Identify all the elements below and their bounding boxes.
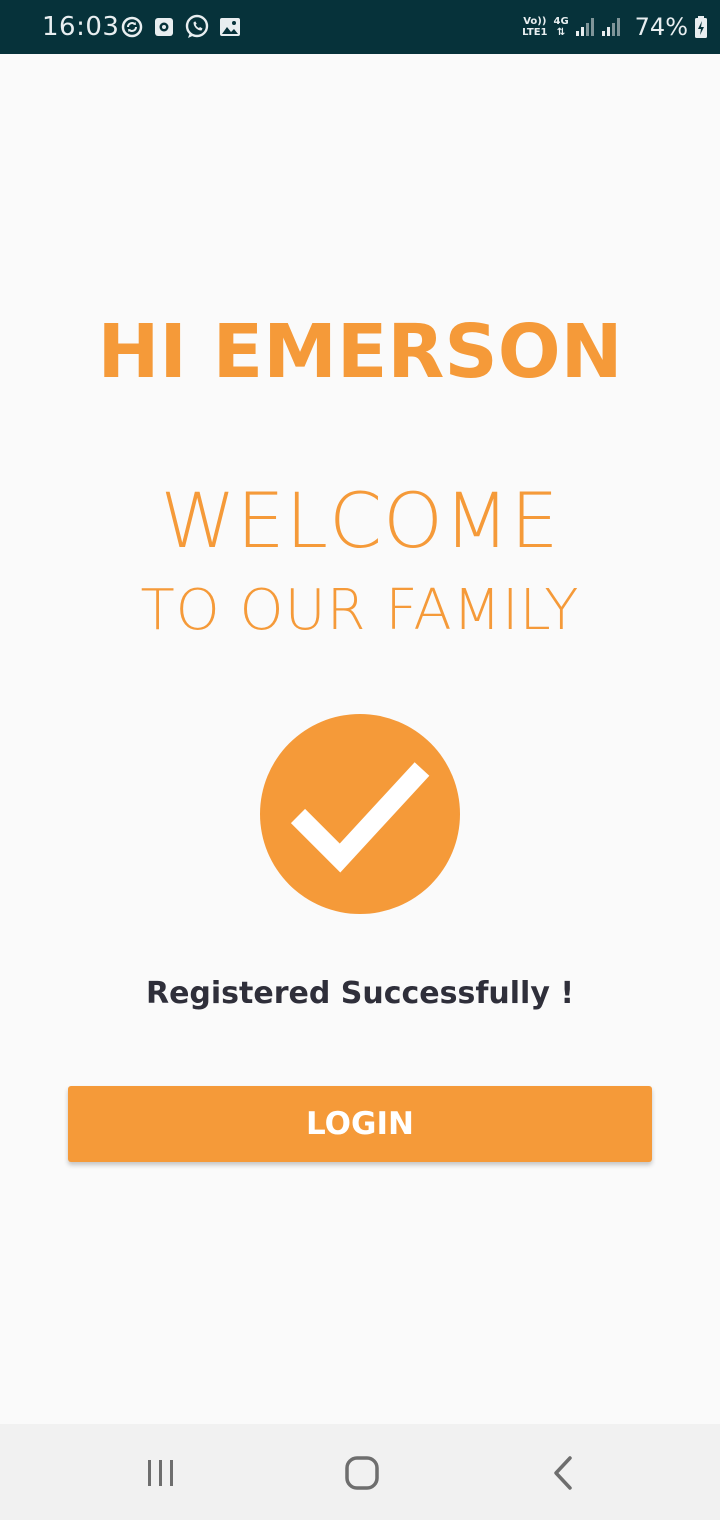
back-icon[interactable]: [534, 1448, 594, 1498]
recent-apps-icon[interactable]: [131, 1448, 191, 1498]
screen-record-icon: [152, 15, 176, 39]
navigation-bar: [0, 1424, 720, 1520]
greeting-heading: HI EMERSON: [97, 309, 623, 395]
system-icons: Vo)) LTE1 4G ⇅ 74%: [522, 10, 708, 44]
status-bar: 16:03 Vo)) LTE1 4G ⇅ 74%: [0, 0, 720, 54]
welcome-subtitle: TO OUR FAMILY: [140, 578, 580, 643]
battery-charging-icon: [694, 15, 708, 39]
notification-icons: [120, 14, 242, 40]
success-message: Registered Successfully !: [145, 976, 575, 1011]
whatsapp-icon: [184, 14, 210, 40]
login-button[interactable]: LOGIN: [68, 1086, 652, 1162]
battery-percentage: 74%: [634, 13, 688, 41]
home-icon[interactable]: [332, 1448, 392, 1498]
network-type-indicator: 4G ⇅: [553, 16, 569, 38]
sync-icon: [120, 15, 144, 39]
signal-icon: [575, 16, 595, 38]
checkmark-circle-icon: [260, 714, 460, 914]
welcome-heading: WELCOME: [160, 476, 560, 565]
status-time: 16:03: [42, 12, 120, 42]
gallery-icon: [218, 15, 242, 39]
volte-indicator: Vo)) LTE1: [522, 16, 548, 38]
signal-icon: [601, 16, 621, 38]
